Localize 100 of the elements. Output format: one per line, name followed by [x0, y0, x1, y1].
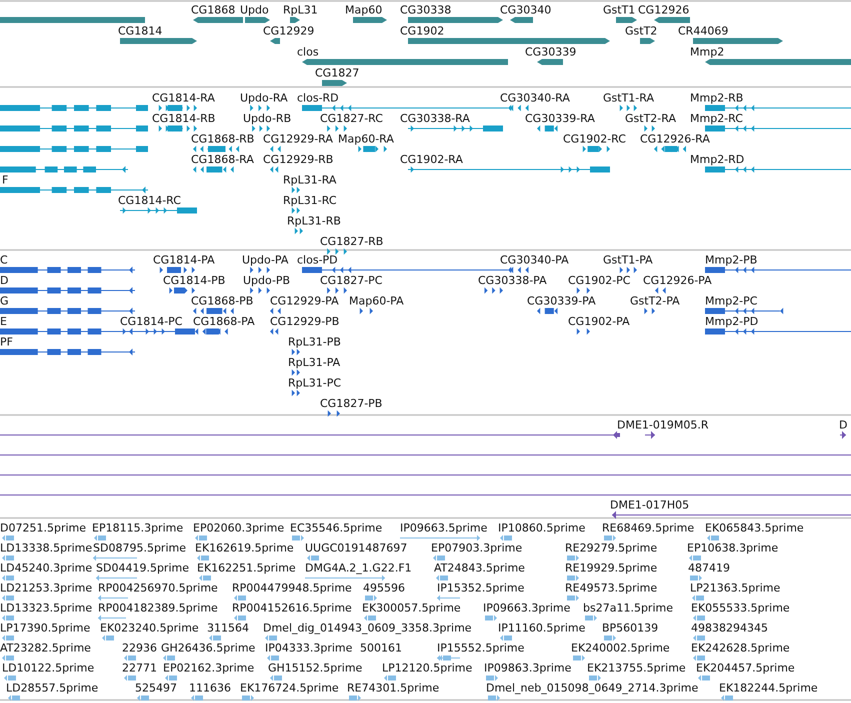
feature-label: LD13323.5prime	[0, 602, 92, 614]
feature-label: CG30340	[500, 4, 552, 16]
feature-label: CG12929	[263, 24, 314, 38]
feature-label: RpL31-PC	[288, 376, 342, 390]
feature-label: Dmel_neb_015098_0649_2714.3prime	[486, 682, 698, 694]
feature-label: 22771	[122, 662, 157, 674]
feature-label: Updo-RB	[243, 112, 292, 125]
feature-label: E	[0, 315, 7, 328]
feature-label: EK065843.5prime	[705, 522, 804, 534]
feature-label: CG30338	[400, 4, 452, 16]
feature-label: CG1868-RA	[191, 153, 254, 166]
feature-label: RpL31	[283, 4, 318, 16]
feature-label: EK204457.5prime	[696, 662, 795, 674]
feature-label: RP004479948.5prime	[232, 582, 352, 594]
feature-label: CG1827-PB	[320, 397, 382, 410]
feature-label: EK162251.5prime	[197, 562, 296, 574]
feature-label: Mmp2-PD	[705, 315, 758, 328]
feature-label: CG1868	[191, 4, 236, 16]
feature-label: CG1868-PA	[193, 315, 255, 328]
feature-label: EP02162.3prime	[163, 662, 254, 674]
feature-label: CG12926-PA	[643, 274, 712, 287]
feature-label: CG1902-PA	[568, 315, 630, 328]
feature-label: EP10638.3prime	[687, 542, 778, 554]
feature-label: IP15552.5prime	[437, 642, 524, 654]
feature-label: CG12926	[638, 4, 690, 16]
feature-label: RpL31-RC	[283, 194, 336, 207]
feature-label: EK176724.5prime	[240, 682, 339, 694]
feature-label: CG12929-PA	[270, 294, 339, 308]
feature-label: Updo-PB	[243, 274, 290, 287]
feature-label: CG1868-PB	[191, 294, 254, 308]
feature-label: Map60-PA	[349, 294, 404, 308]
feature-label: D	[839, 418, 848, 432]
feature-label: Map60	[345, 4, 382, 16]
feature-label: DMG4A.2_1.G22.F1	[305, 562, 412, 574]
feature-label: CG1814-PB	[163, 274, 226, 287]
feature-label: CG30338-RA	[400, 112, 470, 125]
feature-label: EK240002.5prime	[571, 642, 670, 654]
feature-label: 311564	[207, 622, 249, 634]
feature-label: IP15352.5prime	[437, 582, 524, 594]
feature-label: 525497	[135, 682, 177, 694]
feature-label: CG1814-PA	[153, 254, 215, 266]
feature-label: IP04333.3prime	[265, 642, 352, 654]
feature-label: EP02060.3prime	[193, 522, 284, 534]
feature-label: CG12929-RB	[263, 153, 334, 166]
feature-label: D	[0, 274, 8, 287]
feature-label: CG1868-RB	[191, 132, 254, 146]
feature-label: CG1814-RC	[118, 194, 181, 207]
feature-label: CG12929-PB	[270, 315, 340, 328]
feature-label: GstT1-PA	[603, 254, 653, 266]
feature-label: CG1902-RA	[400, 153, 463, 166]
feature-label: RE49573.5prime	[565, 582, 658, 594]
feature-label: Dmel_dig_014943_0609_3358.3prime	[263, 622, 472, 634]
feature-label: Mmp2-RB	[690, 92, 744, 104]
feature-label: RpL31-PB	[288, 336, 341, 348]
feature-label: LP17390.5prime	[0, 622, 90, 634]
feature-label: 487419	[688, 562, 730, 574]
feature-label: CG30338-PA	[478, 274, 547, 287]
feature-label: GstT1-RA	[603, 92, 654, 104]
feature-label: CG1902	[400, 24, 444, 38]
feature-label: SD08795.5prime	[93, 542, 186, 554]
feature-label: EK055533.5prime	[691, 602, 790, 614]
feature-label: IP09663.3prime	[483, 602, 570, 614]
feature-label: CG1827-PC	[320, 274, 382, 287]
feature-label: Mmp2-PC	[705, 294, 758, 308]
feature-label: CG1827-RC	[320, 112, 383, 125]
feature-label: CG1902-RC	[563, 132, 626, 146]
feature-label: Mmp2	[690, 46, 724, 58]
feature-label: LD28557.5prime	[6, 682, 98, 694]
feature-label: CG12929-RA	[263, 132, 333, 146]
feature-label: RP004152616.5prime	[232, 602, 352, 614]
feature-label: AT23282.5prime	[0, 642, 91, 654]
feature-label: CG30339-PA	[527, 294, 596, 308]
feature-label: IP09663.5prime	[400, 522, 488, 534]
feature-label: RE19929.5prime	[565, 562, 658, 574]
feature-label: CG1827	[315, 66, 360, 80]
feature-label: CG1902-PC	[568, 274, 630, 287]
feature-label: Mmp2-RC	[690, 112, 743, 125]
feature-label: RpL31-RB	[287, 214, 341, 228]
feature-label: 500161	[360, 642, 402, 654]
feature-label: PF	[0, 336, 13, 348]
feature-label: RpL31-RA	[283, 174, 336, 186]
feature-label: GstT1	[603, 4, 636, 16]
feature-label: D07251.5prime	[0, 522, 86, 534]
feature-label: CG1814-RB	[152, 112, 216, 125]
feature-label: IP10860.5prime	[498, 522, 586, 534]
feature-label: CG30339-RA	[525, 112, 595, 125]
feature-label: bs27a11.5prime	[583, 602, 673, 614]
feature-label: Map60-RA	[338, 132, 394, 146]
feature-label: RpL31-PA	[288, 356, 340, 369]
feature-label: clos-RD	[297, 92, 339, 104]
feature-label: EP07903.3prime	[431, 542, 522, 554]
feature-label: BP560139	[602, 622, 658, 634]
feature-label: F	[2, 174, 8, 186]
feature-label: GH26436.5prime	[161, 642, 256, 654]
feature-label: GH15152.5prime	[268, 662, 362, 674]
feature-label: RP004256970.5prime	[98, 582, 218, 594]
feature-label: Mmp2-RD	[690, 153, 744, 166]
feature-label: EP18115.3prime	[92, 522, 184, 534]
feature-label: 111636	[189, 682, 231, 694]
feature-label: Updo-PA	[242, 254, 288, 266]
